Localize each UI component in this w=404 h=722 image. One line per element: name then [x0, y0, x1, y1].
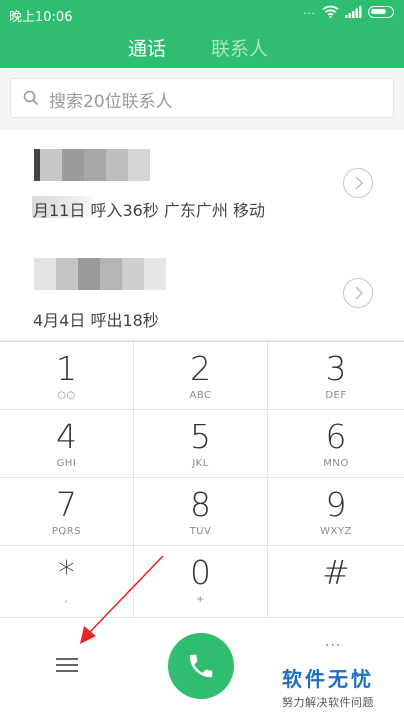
dial-key-8[interactable]: 8 TUV [134, 478, 268, 546]
key-letters: DEF [325, 390, 347, 401]
status-icons: ... [303, 5, 394, 18]
menu-icon[interactable] [56, 658, 78, 674]
info-chevron-icon [355, 286, 364, 300]
info-chevron-icon [355, 176, 364, 190]
bottom-bar: ... 软件无忧 努力解决软件问题 [0, 617, 404, 722]
watermark-title: 软件无忧 [282, 667, 374, 691]
search-area: 搜索20位联系人 [0, 68, 404, 130]
key-letters: + [196, 594, 205, 605]
dial-key-star[interactable]: * , [0, 546, 134, 618]
dial-key-2[interactable]: 2 ABC [134, 342, 268, 410]
key-digit: * [58, 553, 75, 592]
key-letters: WXYZ [320, 526, 352, 537]
phone-screen: 晚上10:06 ... 通话 联系人 搜索20位联系人 月11日 呼入36秒 广… [0, 0, 404, 722]
call-info-button[interactable] [343, 168, 373, 198]
call-detail: 月11日 呼入36秒 广东广州 移动 [33, 201, 265, 220]
call-log-item[interactable]: 月11日 呼入36秒 广东广州 移动 [0, 133, 404, 237]
key-digit: 3 [325, 349, 347, 388]
call-info-button[interactable] [343, 278, 373, 308]
dial-key-1[interactable]: 1 ○○ [0, 342, 134, 410]
call-detail: 4月4日 呼出18秒 [33, 311, 159, 330]
dial-key-3[interactable]: 3 DEF [268, 342, 404, 410]
key-digit: 6 [325, 417, 347, 456]
key-digit: 2 [190, 349, 211, 388]
contact-name-blurred [34, 258, 166, 290]
tab-bar: 通话 联系人 [0, 34, 404, 64]
key-digit: 0 [190, 553, 211, 592]
dialpad: 1 ○○ 2 ABC 3 DEF 4 GHI 5 JKL 6 MNO 7 PQR… [0, 341, 404, 618]
key-digit: 4 [56, 417, 77, 456]
key-letters: ABC [189, 390, 212, 401]
call-log-item[interactable]: 4月4日 呼出18秒 [0, 236, 404, 341]
key-digit: 8 [190, 485, 211, 524]
key-letters: GHI [56, 458, 77, 469]
call-button[interactable] [168, 633, 234, 699]
search-input[interactable]: 搜索20位联系人 [10, 78, 394, 118]
status-dots: ... [303, 6, 316, 17]
key-digit: # [322, 553, 350, 592]
key-letters: , [64, 594, 69, 605]
status-bar: 晚上10:06 ... [0, 0, 404, 26]
tab-calls[interactable]: 通话 [128, 34, 166, 61]
signal-icon [345, 5, 362, 18]
dial-key-4[interactable]: 4 GHI [0, 410, 134, 478]
search-placeholder: 搜索20位联系人 [49, 92, 173, 112]
dial-key-0[interactable]: 0 + [134, 546, 268, 618]
phone-icon [189, 654, 213, 678]
dial-key-7[interactable]: 7 PQRS [0, 478, 134, 546]
contact-name-blurred [34, 149, 150, 181]
dial-key-6[interactable]: 6 MNO [268, 410, 404, 478]
key-letters: PQRS [51, 526, 82, 537]
app-header: 晚上10:06 ... 通话 联系人 [0, 0, 404, 68]
dial-key-9[interactable]: 9 WXYZ [268, 478, 404, 546]
dial-key-5[interactable]: 5 JKL [134, 410, 268, 478]
key-digit: 1 [56, 349, 77, 388]
status-time: 晚上10:06 [9, 10, 73, 25]
key-letters: MNO [323, 458, 349, 469]
more-dots[interactable]: ... [325, 634, 341, 650]
key-digit: 9 [325, 485, 347, 524]
key-digit: 7 [56, 485, 77, 524]
battery-icon [368, 5, 394, 18]
dial-key-hash[interactable]: # [268, 546, 404, 618]
voicemail-icon: ○○ [57, 390, 76, 401]
tab-contacts[interactable]: 联系人 [211, 34, 268, 61]
wifi-icon [322, 5, 339, 18]
key-letters: JKL [192, 458, 209, 469]
watermark-subtitle: 努力解决软件问题 [282, 696, 374, 709]
search-icon [23, 90, 39, 106]
key-letters: TUV [189, 526, 212, 537]
watermark: 软件无忧 努力解决软件问题 [282, 663, 394, 710]
key-digit: 5 [190, 417, 211, 456]
